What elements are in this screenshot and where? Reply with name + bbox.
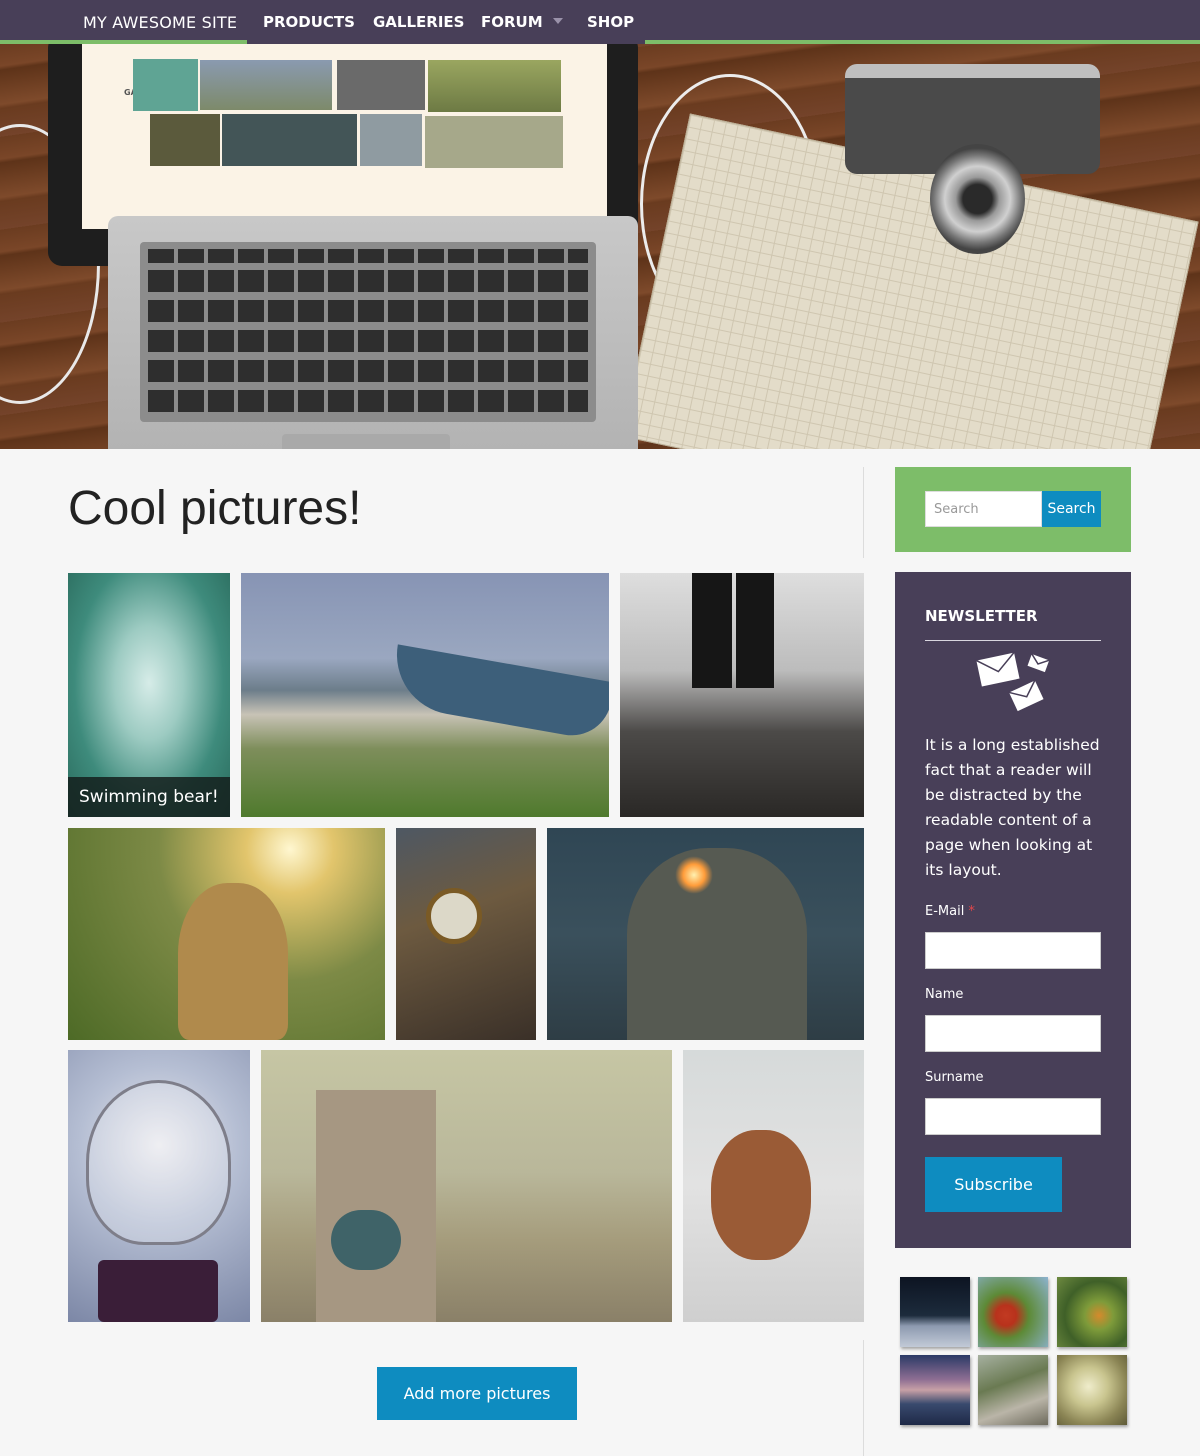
- gallery-tile-sparkler[interactable]: [547, 828, 864, 1040]
- chevron-down-icon: [552, 17, 563, 24]
- nav-item-galleries[interactable]: GALLERIES: [373, 13, 464, 31]
- gallery-tile-caption: Swimming bear!: [68, 777, 230, 817]
- screen-thumb: [133, 59, 198, 111]
- search-button[interactable]: Search: [1042, 491, 1101, 527]
- nav-item-forum[interactable]: FORUM: [481, 13, 563, 31]
- page-title: Cool pictures!: [68, 482, 362, 535]
- key-row: [148, 249, 588, 263]
- dog-shape: [711, 1130, 811, 1260]
- gallery-tile-lighthouse[interactable]: [261, 1050, 672, 1322]
- required-marker: *: [968, 904, 975, 919]
- screen-thumb: [360, 114, 422, 166]
- mini-gallery-item[interactable]: [978, 1355, 1048, 1425]
- boat-shape: [387, 644, 609, 742]
- girl-shape: [178, 883, 288, 1040]
- clock-face: [426, 888, 482, 944]
- bulb-base: [98, 1260, 218, 1322]
- key-row: [148, 390, 588, 412]
- content-divider: [863, 467, 864, 558]
- gallery-tile-lightbulb[interactable]: [68, 1050, 250, 1322]
- binocular-shape: [331, 1210, 401, 1270]
- brand-wrap: MY AWESOME SITE: [0, 0, 247, 44]
- content-divider-bottom: [863, 1340, 864, 1456]
- surname-label: Surname: [925, 1070, 984, 1085]
- bulb-shape: [86, 1080, 231, 1245]
- screen-thumb: [200, 60, 332, 110]
- lighthouse-shape: [316, 1090, 436, 1322]
- surname-field[interactable]: [925, 1098, 1101, 1135]
- gallery-tile-dog[interactable]: [683, 1050, 864, 1322]
- sparkler-glow: [675, 856, 713, 894]
- screen-thumb: [428, 60, 561, 112]
- email-field[interactable]: [925, 932, 1101, 969]
- gallery-tile-legs[interactable]: [620, 573, 864, 817]
- camera-lens-graphic: [930, 144, 1025, 254]
- trackpad-graphic: [282, 434, 450, 449]
- nav-item-products[interactable]: PRODUCTS: [263, 13, 355, 31]
- key-row: [148, 270, 588, 292]
- nav-item-shop[interactable]: SHOP: [587, 13, 634, 31]
- email-label: E-Mail *: [925, 904, 975, 919]
- newsletter-title: NEWSLETTER: [925, 607, 1038, 625]
- person-shape: [627, 848, 807, 1040]
- mini-gallery-item[interactable]: [1057, 1355, 1127, 1425]
- mini-gallery-item[interactable]: [1057, 1277, 1127, 1347]
- search-input[interactable]: [925, 491, 1042, 527]
- mini-gallery-item[interactable]: [900, 1277, 970, 1347]
- key-row: [148, 330, 588, 352]
- hero-image: GALLERY: [0, 44, 1200, 449]
- gallery-tile-polar-bear[interactable]: Swimming bear!: [68, 573, 230, 817]
- key-row: [148, 300, 588, 322]
- mini-gallery-item[interactable]: [978, 1277, 1048, 1347]
- name-field[interactable]: [925, 1015, 1101, 1052]
- envelopes-icon: [974, 650, 1052, 714]
- nav-menu: PRODUCTS GALLERIES FORUM SHOP: [247, 0, 645, 44]
- screen-thumb: [150, 114, 220, 166]
- site-brand[interactable]: MY AWESOME SITE: [83, 13, 237, 32]
- mini-gallery-item[interactable]: [900, 1355, 970, 1425]
- gallery-tile-girl-field[interactable]: [68, 828, 385, 1040]
- newsletter-divider: [925, 640, 1101, 641]
- email-label-text: E-Mail: [925, 904, 965, 919]
- top-nav: PRODUCTS GALLERIES FORUM SHOP MY AWESOME…: [0, 0, 1200, 44]
- gallery-tile-clock[interactable]: [396, 828, 536, 1040]
- newsletter-description: It is a long established fact that a rea…: [925, 736, 1100, 879]
- key-row: [148, 360, 588, 382]
- screen-thumb: [425, 116, 563, 168]
- nav-item-forum-label: FORUM: [481, 13, 543, 31]
- screen-thumb: [337, 60, 425, 110]
- name-label: Name: [925, 987, 964, 1002]
- screen-thumb: [222, 114, 357, 166]
- subscribe-button[interactable]: Subscribe: [925, 1157, 1062, 1212]
- add-more-pictures-button[interactable]: Add more pictures: [377, 1367, 577, 1420]
- leg-shape: [736, 573, 774, 688]
- leg-shape: [692, 573, 732, 688]
- gallery-tile-boat[interactable]: [241, 573, 609, 817]
